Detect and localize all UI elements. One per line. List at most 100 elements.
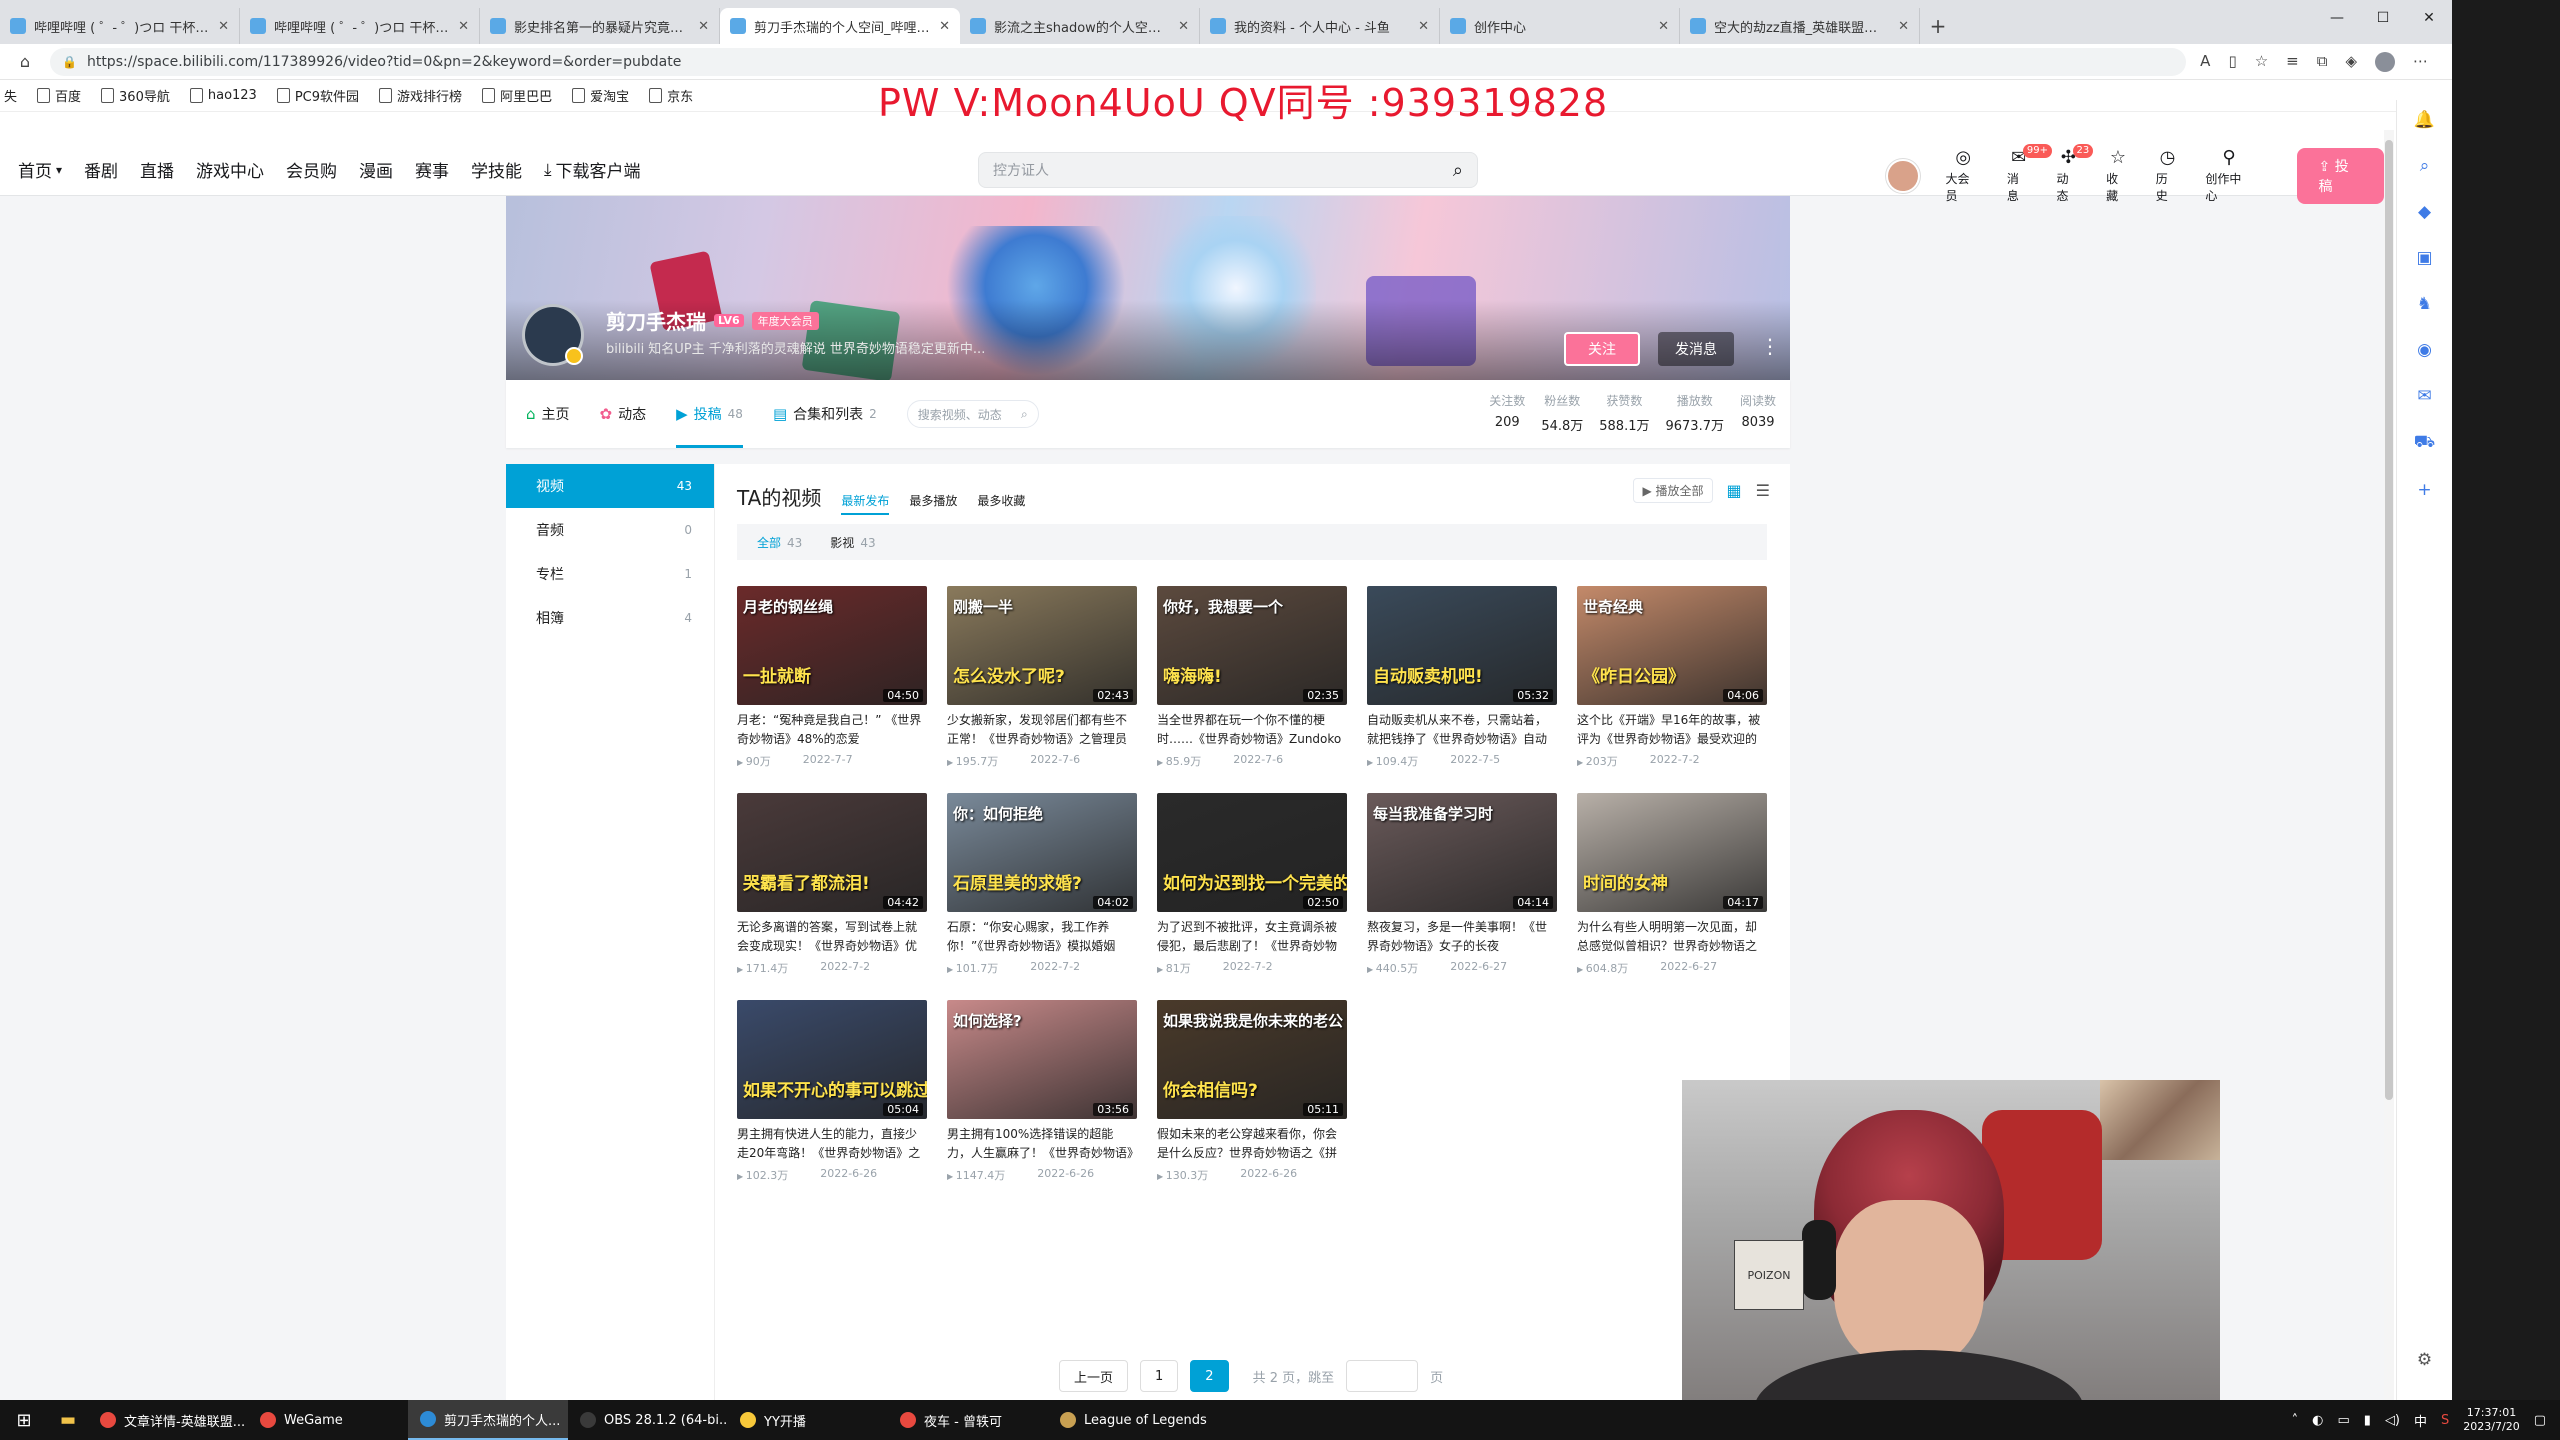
- video-title[interactable]: 男主拥有100%选择错误的超能力，人生赢麻了！《世界奇妙物语》: [947, 1125, 1137, 1163]
- list-view-icon[interactable]: ☰: [1756, 481, 1770, 500]
- video-card[interactable]: 每当我准备学习时 04:14 熬夜复习，多是一件美事啊！《世界奇妙物语》女子的长夜 4…: [1367, 793, 1557, 993]
- page-number-button[interactable]: 1: [1140, 1360, 1179, 1392]
- video-card[interactable]: 如何为迟到找一个完美的借口? 02:50 为了迟到不被批评，女主竟调杀被侵犯，最后悲…: [1157, 793, 1347, 993]
- video-card[interactable]: 世奇经典 《昨日公园》 04:06 这个比《开端》早16年的故事，被评为《世界奇妙物语…: [1577, 586, 1767, 786]
- browser-tab[interactable]: 剪刀手杰瑞的个人空间_哔哩哔哩 ✕: [720, 8, 960, 44]
- tag-icon[interactable]: ◆: [2418, 202, 2431, 222]
- stat-item[interactable]: 阅读数 8039: [1740, 392, 1776, 434]
- taskbar-app[interactable]: OBS 28.1.2 (64-bi...: [568, 1400, 728, 1440]
- tab-close-icon[interactable]: ✕: [698, 19, 709, 34]
- search-icon[interactable]: ⌕: [1021, 407, 1028, 422]
- toolbox-icon[interactable]: ▣: [2416, 248, 2432, 268]
- mic-icon[interactable]: ▮: [2364, 1413, 2371, 1428]
- video-thumbnail[interactable]: 时间的女神 04:17: [1577, 793, 1767, 912]
- sidebar-settings-icon[interactable]: ⚙: [2417, 1350, 2432, 1370]
- filter-tag[interactable]: 影视 43: [830, 534, 875, 551]
- antivirus-icon[interactable]: S: [2441, 1413, 2449, 1428]
- play-all-button[interactable]: ▶ 播放全部: [1633, 478, 1713, 503]
- video-card[interactable]: 时间的女神 04:17 为什么有些人明明第一次见面，却总感觉似曾相识？世界奇妙物语之…: [1577, 793, 1767, 993]
- taskbar-app[interactable]: 夜车 - 曾轶可: [888, 1400, 1048, 1440]
- video-title[interactable]: 石原：“你安心赐家，我工作养你！”《世界奇妙物语》模拟婚姻: [947, 918, 1137, 956]
- video-thumbnail[interactable]: 你好，我想要一个 嗨海嗨! 02:35: [1157, 586, 1347, 705]
- taskbar-app[interactable]: YY开播: [728, 1400, 888, 1440]
- up-avatar[interactable]: [522, 304, 584, 366]
- video-title[interactable]: 男主拥有快进人生的能力，直接少走20年弯路！《世界奇妙物语》之: [737, 1125, 927, 1163]
- bookmark-item[interactable]: 百度: [37, 86, 81, 105]
- left-menu-item[interactable]: 相簿 4: [506, 596, 714, 640]
- video-title[interactable]: 无论多离谱的答案，写到试卷上就会变成现实！《世界奇妙物语》优: [737, 918, 927, 956]
- browser-tab[interactable]: 哔哩哔哩 ( ゜- ゜)つロ 干杯~-bili ✕: [240, 8, 480, 44]
- header-star[interactable]: ☆ 收藏: [2106, 148, 2130, 204]
- follow-button[interactable]: 关注: [1564, 332, 1640, 366]
- stat-item[interactable]: 播放数 9673.7万: [1665, 392, 1724, 434]
- bookmark-item[interactable]: 游戏排行榜: [379, 86, 462, 105]
- taskbar-app[interactable]: 文章详情-英雄联盟...: [88, 1400, 248, 1440]
- nav-item[interactable]: ⤓ 下载客户端: [544, 157, 641, 183]
- video-card[interactable]: 刚搬一半 怎么没水了呢? 02:43 少女搬新家，发现邻居们都有些不正常！《世界奇妙物…: [947, 586, 1137, 786]
- sort-tab[interactable]: 最多收藏: [977, 492, 1025, 509]
- nav-item[interactable]: 漫画: [359, 157, 393, 182]
- tab-close-icon[interactable]: ✕: [939, 19, 950, 34]
- taskbar-app[interactable]: League of Legends: [1048, 1400, 1208, 1440]
- upload-button[interactable]: ⇪ 投稿: [2296, 148, 2384, 204]
- search-input[interactable]: 控方证人 ⌕: [978, 152, 1478, 188]
- home-icon[interactable]: ⌂: [14, 52, 36, 71]
- volume-icon[interactable]: ◁): [2385, 1413, 2400, 1428]
- nav-item[interactable]: 会员购: [286, 157, 337, 182]
- header-vip[interactable]: ◎ 大会员: [1946, 148, 1981, 204]
- tab-close-icon[interactable]: ✕: [458, 19, 469, 34]
- clock[interactable]: 17:37:01 2023/7/20: [2463, 1406, 2519, 1434]
- tab-close-icon[interactable]: ✕: [1178, 19, 1189, 34]
- video-thumbnail[interactable]: 如何选择? 03:56: [947, 1000, 1137, 1119]
- read-aloud-icon[interactable]: A: [2200, 52, 2210, 72]
- video-card[interactable]: 如果我说我是你未来的老公 你会相信吗? 05:11 假如未来的老公穿越来看你，你会是什…: [1157, 1000, 1347, 1200]
- up-name[interactable]: 剪刀手杰瑞: [606, 306, 706, 335]
- page-scrollbar[interactable]: [2384, 130, 2394, 1400]
- maximize-icon[interactable]: ☐: [2360, 0, 2406, 36]
- nav-item[interactable]: 直播: [140, 157, 174, 182]
- video-title[interactable]: 少女搬新家，发现邻居们都有些不正常！《世界奇妙物语》之管理员: [947, 711, 1137, 749]
- left-menu-item[interactable]: 视频 43: [506, 464, 714, 508]
- sort-tab[interactable]: 最新发布: [841, 492, 890, 515]
- prev-page-button[interactable]: 上一页: [1059, 1360, 1129, 1392]
- profile-avatar[interactable]: [2375, 51, 2395, 72]
- header-creator[interactable]: ⚲ 创作中心: [2205, 148, 2252, 204]
- tray-app-icon[interactable]: ◐: [2312, 1413, 2323, 1428]
- video-title[interactable]: 熬夜复习，多是一件美事啊！《世界奇妙物语》女子的长夜: [1367, 918, 1557, 956]
- header-dynamic[interactable]: ✣ 23 动态: [2057, 144, 2094, 204]
- browser-tab[interactable]: 影史排名第一的暴疑片究竟有多 ✕: [480, 8, 720, 44]
- game-icon[interactable]: ♞: [2417, 294, 2432, 314]
- page-jump-input[interactable]: [1346, 1360, 1419, 1392]
- video-card[interactable]: 你好，我想要一个 嗨海嗨! 02:35 当全世界都在玩一个你不懂的梗时……《世界奇妙物…: [1157, 586, 1347, 786]
- video-thumbnail[interactable]: 你：如何拒绝 石原里美的求婚? 04:02: [947, 793, 1137, 912]
- left-menu-item[interactable]: 音频 0: [506, 508, 714, 552]
- video-thumbnail[interactable]: 世奇经典 《昨日公园》 04:06: [1577, 586, 1767, 705]
- left-menu-item[interactable]: 专栏 1: [506, 552, 714, 596]
- search-icon[interactable]: ⌕: [1453, 160, 1463, 181]
- browser-tab[interactable]: 我的资料 - 个人中心 - 斗鱼 ✕: [1200, 8, 1440, 44]
- windows-start-icon[interactable]: ⊞: [0, 1410, 48, 1431]
- bookmark-item[interactable]: 爱淘宝: [572, 86, 629, 105]
- vip-tag[interactable]: 年度大会员: [751, 311, 819, 330]
- header-message[interactable]: ✉ 99+ 消息: [2007, 144, 2053, 204]
- video-title[interactable]: 为了迟到不被批评，女主竟调杀被侵犯，最后悲剧了！《世界奇妙物: [1157, 918, 1347, 956]
- header-history[interactable]: ◷ 历史: [2156, 148, 2180, 204]
- space-tab[interactable]: ▤ 合集和列表 2: [773, 380, 877, 448]
- space-search-input[interactable]: 搜索视频、动态 ⌕: [906, 400, 1039, 428]
- video-card[interactable]: 如何选择? 03:56 男主拥有100%选择错误的超能力，人生赢麻了！《世界奇妙物语…: [947, 1000, 1137, 1200]
- tab-close-icon[interactable]: ✕: [1658, 19, 1669, 34]
- taskbar-app[interactable]: WeGame: [248, 1400, 408, 1440]
- close-icon[interactable]: ✕: [2406, 0, 2452, 36]
- bookmark-item[interactable]: hao123: [189, 88, 257, 103]
- video-card[interactable]: 自动贩卖机吧! 05:32 自动贩卖机从来不卷，只需站着，就把钱挣了《世界奇妙物语》…: [1367, 586, 1557, 786]
- nav-item[interactable]: 赛事: [415, 157, 449, 182]
- taskbar-app[interactable]: 剪刀手杰瑞的个人...: [408, 1400, 568, 1440]
- more-icon[interactable]: ⋯: [2413, 52, 2428, 72]
- more-icon[interactable]: ⋮: [1760, 334, 1780, 358]
- new-tab-button[interactable]: +: [1920, 8, 1956, 44]
- minimize-icon[interactable]: —: [2314, 0, 2360, 36]
- collections-icon[interactable]: ⧉: [2317, 52, 2328, 72]
- video-thumbnail[interactable]: 每当我准备学习时 04:14: [1367, 793, 1557, 912]
- grid-view-icon[interactable]: ▦: [1727, 481, 1742, 500]
- video-card[interactable]: 哭霸看了都流泪! 04:42 无论多离谱的答案，写到试卷上就会变成现实！《世界奇妙物…: [737, 793, 927, 993]
